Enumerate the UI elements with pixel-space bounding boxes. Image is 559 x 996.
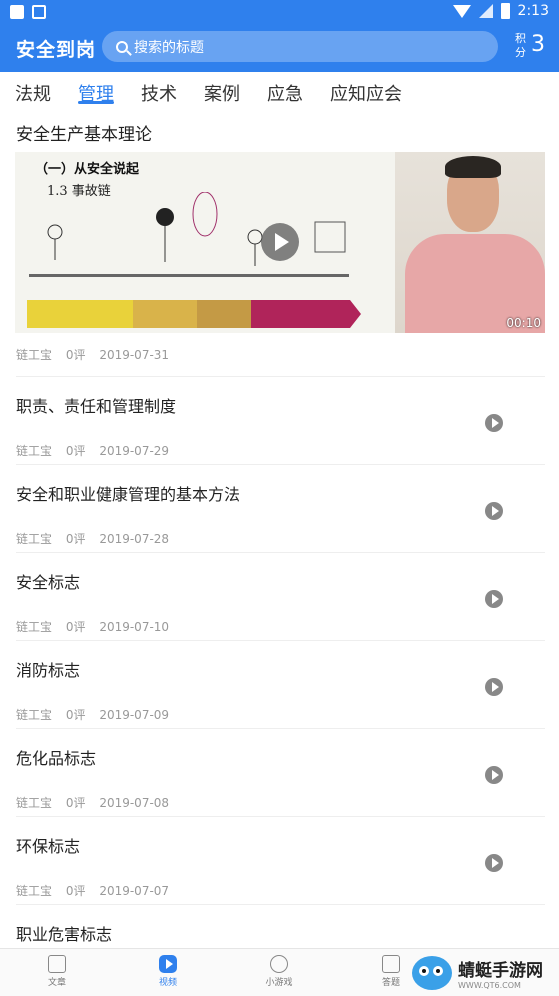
dragonfly-logo-icon	[412, 955, 452, 990]
publish-date: 2019-07-10	[99, 620, 170, 634]
play-icon[interactable]	[261, 223, 299, 261]
list-item-meta: 链工宝 0评 2019-07-09	[16, 706, 179, 723]
tab-management[interactable]: 管理	[78, 72, 114, 105]
tab-emergency[interactable]: 应急	[267, 72, 303, 105]
nav-videos[interactable]: 视频	[138, 955, 198, 988]
author: 链工宝	[16, 708, 53, 722]
points-value[interactable]: 3	[531, 32, 545, 57]
nav-label: 文章	[47, 978, 66, 988]
gamepad-icon	[270, 955, 288, 973]
timeline-arrow	[29, 274, 349, 277]
app-title: 安全到岗	[16, 39, 97, 61]
video-icon	[159, 955, 177, 973]
chain-band-1	[27, 300, 147, 328]
search-bar[interactable]: 搜索的标题	[102, 31, 498, 62]
publish-date: 2019-07-07	[99, 884, 170, 898]
comment-count: 0评	[65, 620, 86, 634]
video-duration: 00:10	[506, 316, 541, 330]
list-item-meta: 链工宝 0评 2019-07-28	[16, 530, 179, 547]
notification-icon	[10, 5, 24, 19]
divider	[16, 904, 545, 905]
presenter	[395, 152, 545, 333]
app-bar: 安全到岗 搜索的标题 积分 3	[0, 26, 559, 72]
author: 链工宝	[16, 348, 53, 362]
author: 链工宝	[16, 620, 53, 634]
battery-icon	[500, 3, 510, 19]
author: 链工宝	[16, 796, 53, 810]
divider	[16, 816, 545, 817]
slide-title: （一）从安全说起	[35, 162, 140, 177]
watermark-url: WWW.QT6.COM	[458, 980, 521, 990]
tab-must-know[interactable]: 应知应会	[330, 72, 402, 105]
comment-count: 0评	[65, 708, 86, 722]
image-notification-icon	[32, 5, 46, 19]
tab-cases[interactable]: 案例	[204, 72, 240, 105]
quiz-icon	[382, 955, 400, 973]
list-item-title[interactable]: 安全和职业健康管理的基本方法	[16, 481, 240, 505]
featured-video-thumbnail[interactable]: （一）从安全说起 1.3 事故链 00:10	[15, 152, 545, 333]
comment-count: 0评	[65, 532, 86, 546]
author: 链工宝	[16, 532, 53, 546]
play-icon[interactable]	[485, 678, 503, 696]
play-icon[interactable]	[485, 854, 503, 872]
nav-label: 小游戏	[265, 978, 293, 988]
comment-count: 0评	[65, 884, 86, 898]
watermark-name: 蜻蜓手游网	[458, 960, 543, 981]
tab-regulations[interactable]: 法规	[15, 72, 51, 105]
nav-games[interactable]: 小游戏	[249, 955, 309, 988]
author: 链工宝	[16, 884, 53, 898]
list-item-meta: 链工宝 0评 2019-07-07	[16, 882, 179, 899]
publish-date: 2019-07-09	[99, 708, 170, 722]
divider	[16, 640, 545, 641]
list-item-title[interactable]: 职业危害标志	[16, 921, 112, 945]
search-icon	[116, 40, 128, 53]
clock: 2:13	[517, 3, 549, 19]
wifi-icon	[452, 4, 471, 18]
divider	[16, 728, 545, 729]
comment-count: 0评	[65, 444, 86, 458]
nav-label: 答题	[381, 978, 400, 988]
status-bar: 2:13	[0, 0, 559, 26]
list-item-title[interactable]: 职责、责任和管理制度	[16, 393, 176, 417]
list-item-title[interactable]: 环保标志	[16, 833, 80, 857]
chain-band-4	[251, 300, 361, 328]
accident-chain-illustration	[47, 192, 346, 266]
play-icon[interactable]	[485, 766, 503, 784]
divider	[16, 376, 545, 377]
play-icon[interactable]	[485, 414, 503, 432]
comment-count: 0评	[65, 796, 86, 810]
featured-meta: 链工宝 0评 2019-07-31	[16, 346, 179, 363]
list-item-title[interactable]: 消防标志	[16, 657, 80, 681]
publish-date: 2019-07-28	[99, 532, 170, 546]
play-icon[interactable]	[485, 502, 503, 520]
category-tabs: 法规 管理 技术 案例 应急 应知应会	[0, 72, 559, 112]
divider	[16, 552, 545, 553]
watermark: 蜻蜓手游网 WWW.QT6.COM	[412, 950, 559, 995]
comment-count: 0评	[65, 348, 86, 362]
search-placeholder: 搜索的标题	[134, 39, 204, 56]
play-icon[interactable]	[485, 590, 503, 608]
featured-title[interactable]: 安全生产基本理论	[16, 120, 152, 145]
author: 链工宝	[16, 444, 53, 458]
signal-icon	[478, 4, 493, 18]
publish-date: 2019-07-31	[99, 348, 170, 362]
divider	[16, 464, 545, 465]
points-label: 积分	[515, 32, 526, 59]
tab-technology[interactable]: 技术	[141, 72, 177, 105]
list-item-meta: 链工宝 0评 2019-07-29	[16, 442, 179, 459]
publish-date: 2019-07-29	[99, 444, 170, 458]
nav-label: 视频	[158, 978, 177, 988]
list-item-title[interactable]: 安全标志	[16, 569, 80, 593]
list-item-meta: 链工宝 0评 2019-07-08	[16, 794, 179, 811]
nav-articles[interactable]: 文章	[27, 955, 87, 988]
list-item-title[interactable]: 危化品标志	[16, 745, 96, 769]
article-icon	[48, 955, 66, 973]
list-item-meta: 链工宝 0评 2019-07-10	[16, 618, 179, 635]
publish-date: 2019-07-08	[99, 796, 170, 810]
